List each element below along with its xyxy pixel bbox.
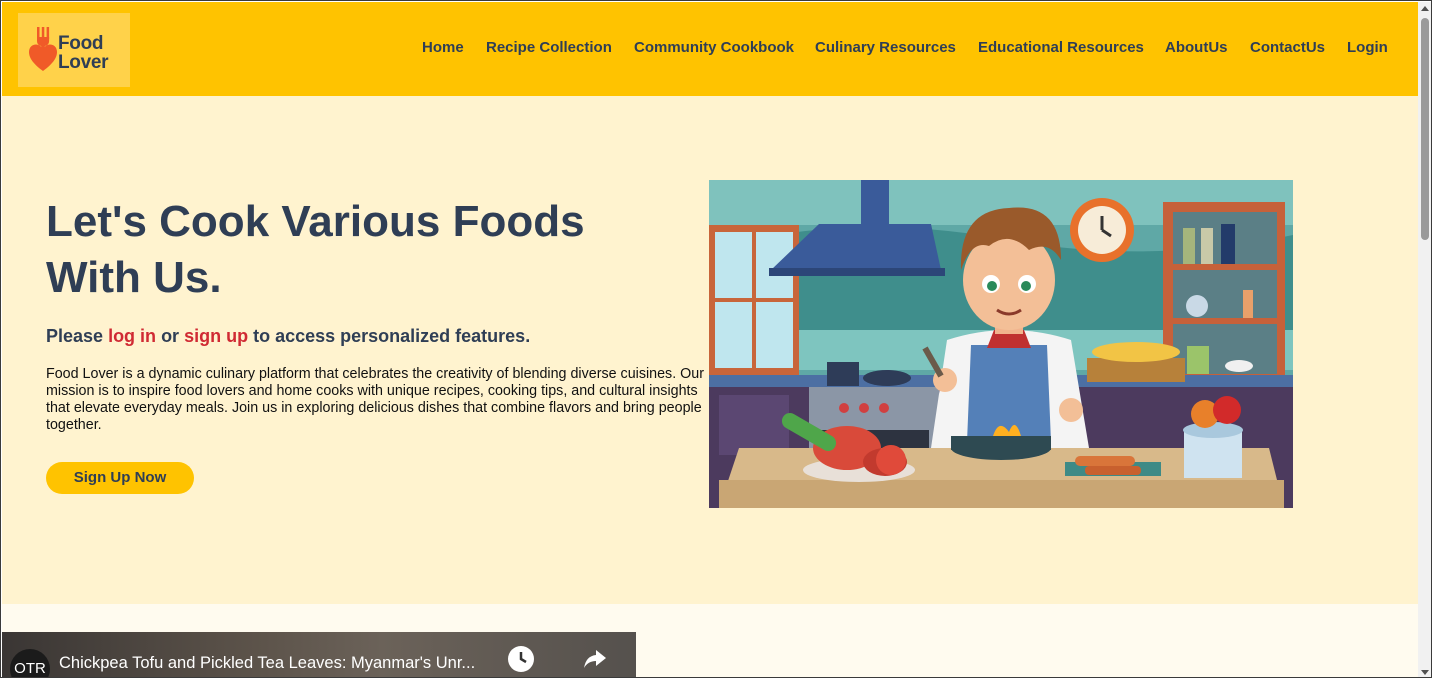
prompt-end: to access personalized features. — [248, 326, 531, 346]
browser-viewport: Food Lover Home Recipe Collection Commun… — [0, 0, 1432, 678]
hero-description: Food Lover is a dynamic culinary platfor… — [46, 366, 704, 433]
nav-community-cookbook[interactable]: Community Cookbook — [634, 39, 794, 56]
watch-later-icon[interactable] — [508, 646, 534, 672]
login-link[interactable]: log in — [108, 326, 156, 346]
nav-culinary-resources[interactable]: Culinary Resources — [815, 39, 956, 56]
video-title[interactable]: Chickpea Tofu and Pickled Tea Leaves: My… — [59, 654, 475, 673]
nav-recipe-collection[interactable]: Recipe Collection — [486, 39, 612, 56]
site-header: Food Lover Home Recipe Collection Commun… — [2, 2, 1418, 96]
embedded-video-player[interactable]: OTR Chickpea Tofu and Pickled Tea Leaves… — [2, 632, 636, 677]
vertical-scrollbar[interactable] — [1418, 2, 1431, 677]
login-prompt: Please log in or sign up to access perso… — [46, 326, 530, 347]
nav-login[interactable]: Login — [1347, 39, 1388, 56]
hero-section: Let's Cook Various Foods With Us. Please… — [2, 96, 1418, 604]
nav-contact-us[interactable]: ContactUs — [1250, 39, 1325, 56]
main-nav: Home Recipe Collection Community Cookboo… — [2, 39, 1418, 61]
scroll-up-arrow-icon[interactable] — [1421, 6, 1429, 11]
prompt-or: or — [156, 326, 185, 346]
sign-up-now-button[interactable]: Sign Up Now — [46, 462, 194, 494]
nav-about-us[interactable]: AboutUs — [1165, 39, 1228, 56]
nav-educational-resources[interactable]: Educational Resources — [978, 39, 1144, 56]
chef-cooking-illustration — [709, 180, 1293, 508]
prompt-start: Please — [46, 326, 109, 346]
signup-link[interactable]: sign up — [184, 326, 248, 346]
share-icon[interactable] — [582, 646, 608, 672]
nav-home[interactable]: Home — [422, 39, 464, 56]
hero-title: Let's Cook Various Foods With Us. — [46, 197, 585, 302]
scrollbar-thumb[interactable] — [1421, 18, 1429, 240]
scroll-down-arrow-icon[interactable] — [1421, 670, 1429, 675]
